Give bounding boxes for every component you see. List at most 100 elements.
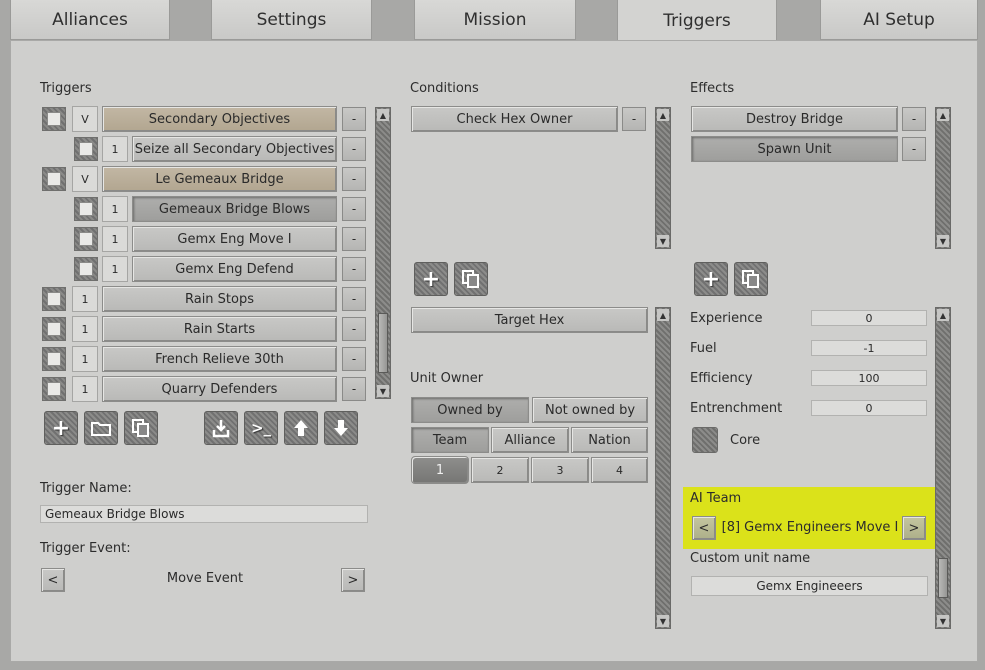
remove-trigger-button[interactable]: - (342, 377, 366, 401)
trigger-toggle[interactable]: 1 (102, 256, 128, 282)
trigger-toggle[interactable]: 1 (72, 316, 98, 342)
tab-triggers[interactable]: Triggers (617, 0, 777, 41)
scroll-up-icon[interactable]: ▲ (657, 309, 669, 321)
trigger-row[interactable]: Le Gemeaux Bridge (102, 166, 337, 192)
trigger-toggle[interactable]: 1 (102, 226, 128, 252)
alliance-toggle[interactable]: Alliance (491, 427, 569, 453)
scroll-down-icon[interactable]: ▼ (657, 615, 669, 627)
remove-trigger-button[interactable]: - (342, 347, 366, 371)
scroll-up-icon[interactable]: ▲ (937, 309, 949, 321)
efficiency-input[interactable]: 100 (811, 370, 927, 386)
number-button-4[interactable]: 4 (591, 457, 648, 483)
effects-scrollbar[interactable]: ▲ ▼ (935, 107, 951, 249)
remove-trigger-button[interactable]: - (342, 197, 366, 221)
remove-trigger-button[interactable]: - (342, 257, 366, 281)
trigger-checkbox[interactable] (74, 227, 98, 251)
custom-name-input[interactable]: Gemx Engineeers (691, 576, 928, 596)
scroll-down-icon[interactable]: ▼ (657, 235, 669, 247)
tab-mission[interactable]: Mission (414, 0, 576, 40)
import-icon[interactable] (204, 411, 238, 445)
trigger-toggle[interactable]: 1 (72, 346, 98, 372)
trigger-toggle[interactable]: 1 (72, 286, 98, 312)
effect-item[interactable]: Destroy Bridge (691, 106, 898, 132)
trigger-checkbox[interactable] (42, 377, 66, 401)
copy-icon[interactable] (734, 262, 768, 296)
trigger-toggle[interactable]: 1 (102, 196, 128, 222)
console-icon[interactable]: >_ (244, 411, 278, 445)
trigger-row[interactable]: Gemx Eng Defend (132, 256, 337, 282)
trigger-row[interactable]: Gemeaux Bridge Blows (132, 196, 337, 222)
trigger-checkbox[interactable] (74, 257, 98, 281)
trigger-toggle[interactable]: 1 (72, 376, 98, 402)
add-trigger-button[interactable]: + (44, 411, 78, 445)
tab-settings[interactable]: Settings (211, 0, 372, 40)
remove-trigger-button[interactable]: - (342, 227, 366, 251)
trigger-row[interactable]: Rain Starts (102, 316, 337, 342)
triggers-scrollbar[interactable]: ▲ ▼ (375, 107, 391, 399)
number-button-1[interactable]: 1 (411, 456, 469, 484)
trigger-row[interactable]: Seize all Secondary Objectives (132, 136, 337, 162)
ai-team-prev-button[interactable]: < (692, 516, 716, 540)
copy-icon[interactable] (124, 411, 158, 445)
scroll-down-icon[interactable]: ▼ (377, 385, 389, 397)
move-up-icon[interactable] (284, 411, 318, 445)
trigger-row[interactable]: Secondary Objectives (102, 106, 337, 132)
scroll-up-icon[interactable]: ▲ (377, 109, 389, 121)
remove-effect-button[interactable]: - (902, 107, 926, 131)
team-toggle[interactable]: Team (411, 427, 489, 453)
nation-toggle[interactable]: Nation (571, 427, 648, 453)
trigger-checkbox[interactable] (42, 317, 66, 341)
trigger-name-input[interactable]: Gemeaux Bridge Blows (40, 505, 368, 523)
core-checkbox[interactable] (692, 427, 718, 453)
tab-ai-setup[interactable]: AI Setup (820, 0, 978, 40)
ai-team-next-button[interactable]: > (902, 516, 926, 540)
trigger-checkbox[interactable] (42, 107, 66, 131)
trigger-toggle[interactable]: 1 (102, 136, 128, 162)
remove-effect-button[interactable]: - (902, 137, 926, 161)
number-button-3[interactable]: 3 (531, 457, 589, 483)
entrenchment-input[interactable]: 0 (811, 400, 927, 416)
experience-input[interactable]: 0 (811, 310, 927, 326)
remove-trigger-button[interactable]: - (342, 137, 366, 161)
copy-icon[interactable] (454, 262, 488, 296)
move-down-icon[interactable] (324, 411, 358, 445)
add-condition-button[interactable]: + (414, 262, 448, 296)
not-owned-by-toggle[interactable]: Not owned by (532, 397, 648, 423)
condition-item[interactable]: Check Hex Owner (411, 106, 618, 132)
remove-trigger-button[interactable]: - (342, 107, 366, 131)
trigger-checkbox[interactable] (74, 197, 98, 221)
condition-params-scrollbar[interactable]: ▲ ▼ (655, 307, 671, 629)
scroll-down-icon[interactable]: ▼ (937, 615, 949, 627)
trigger-row[interactable]: Gemx Eng Move I (132, 226, 337, 252)
scroll-thumb[interactable] (938, 558, 948, 598)
trigger-checkbox[interactable] (42, 347, 66, 371)
scroll-up-icon[interactable]: ▲ (657, 109, 669, 121)
effect-item[interactable]: Spawn Unit (691, 136, 898, 162)
trigger-checkbox[interactable] (74, 137, 98, 161)
remove-trigger-button[interactable]: - (342, 287, 366, 311)
trigger-row[interactable]: Quarry Defenders (102, 376, 337, 402)
remove-trigger-button[interactable]: - (342, 167, 366, 191)
trigger-toggle[interactable]: V (72, 166, 98, 192)
trigger-row[interactable]: Rain Stops (102, 286, 337, 312)
add-effect-button[interactable]: + (694, 262, 728, 296)
owned-by-toggle[interactable]: Owned by (411, 397, 529, 423)
trigger-row[interactable]: French Relieve 30th (102, 346, 337, 372)
event-prev-button[interactable]: < (41, 568, 65, 592)
effect-params-scrollbar[interactable]: ▲ ▼ (935, 307, 951, 629)
scroll-thumb[interactable] (378, 313, 388, 373)
tab-alliances[interactable]: Alliances (10, 0, 170, 40)
number-button-2[interactable]: 2 (471, 457, 529, 483)
conditions-scrollbar[interactable]: ▲ ▼ (655, 107, 671, 249)
remove-trigger-button[interactable]: - (342, 317, 366, 341)
scroll-up-icon[interactable]: ▲ (937, 109, 949, 121)
target-hex-button[interactable]: Target Hex (411, 307, 648, 333)
trigger-checkbox[interactable] (42, 167, 66, 191)
trigger-toggle[interactable]: V (72, 106, 98, 132)
folder-icon[interactable] (84, 411, 118, 445)
remove-condition-button[interactable]: - (622, 107, 646, 131)
scroll-down-icon[interactable]: ▼ (937, 235, 949, 247)
event-next-button[interactable]: > (341, 568, 365, 592)
fuel-input[interactable]: -1 (811, 340, 927, 356)
trigger-checkbox[interactable] (42, 287, 66, 311)
